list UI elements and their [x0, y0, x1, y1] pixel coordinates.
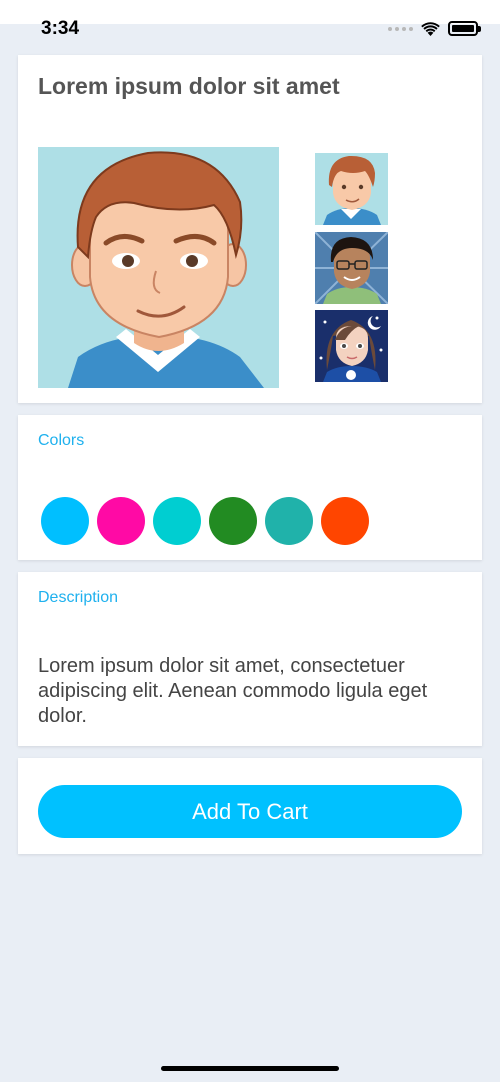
color-swatch[interactable] [41, 497, 89, 545]
product-title: Lorem ipsum dolor sit amet [38, 73, 340, 99]
description-card: Description Lorem ipsum dolor sit amet, … [18, 572, 482, 746]
color-swatches [41, 497, 369, 545]
status-time: 3:34 [41, 18, 80, 39]
wifi-icon [421, 21, 440, 36]
add-to-cart-button[interactable]: Add To Cart [38, 785, 462, 838]
thumbnail-1[interactable] [315, 153, 388, 225]
cellular-signal-icon [388, 26, 413, 31]
description-text: Lorem ipsum dolor sit amet, consectetuer… [38, 655, 428, 727]
colors-label: Colors [38, 432, 85, 449]
cart-card: Add To Cart [18, 758, 482, 854]
status-bar: 3:34 [0, 0, 500, 39]
thumbnail-3[interactable] [315, 310, 388, 382]
color-swatch[interactable] [153, 497, 201, 545]
man-avatar-icon [38, 147, 279, 388]
man-avatar-icon [315, 153, 388, 225]
status-icons [388, 21, 481, 36]
color-swatch[interactable] [321, 497, 369, 545]
home-indicator [161, 1066, 339, 1071]
colors-card: Colors [18, 415, 482, 560]
product-card: Lorem ipsum dolor sit amet [18, 55, 482, 403]
thumbnail-2[interactable] [315, 232, 388, 304]
color-swatch[interactable] [97, 497, 145, 545]
color-swatch[interactable] [265, 497, 313, 545]
battery-icon [448, 21, 481, 36]
man-glasses-avatar-icon [315, 232, 388, 304]
description-label: Description [38, 589, 119, 606]
woman-avatar-icon [315, 310, 388, 382]
product-main-image [38, 147, 279, 388]
color-swatch[interactable] [209, 497, 257, 545]
